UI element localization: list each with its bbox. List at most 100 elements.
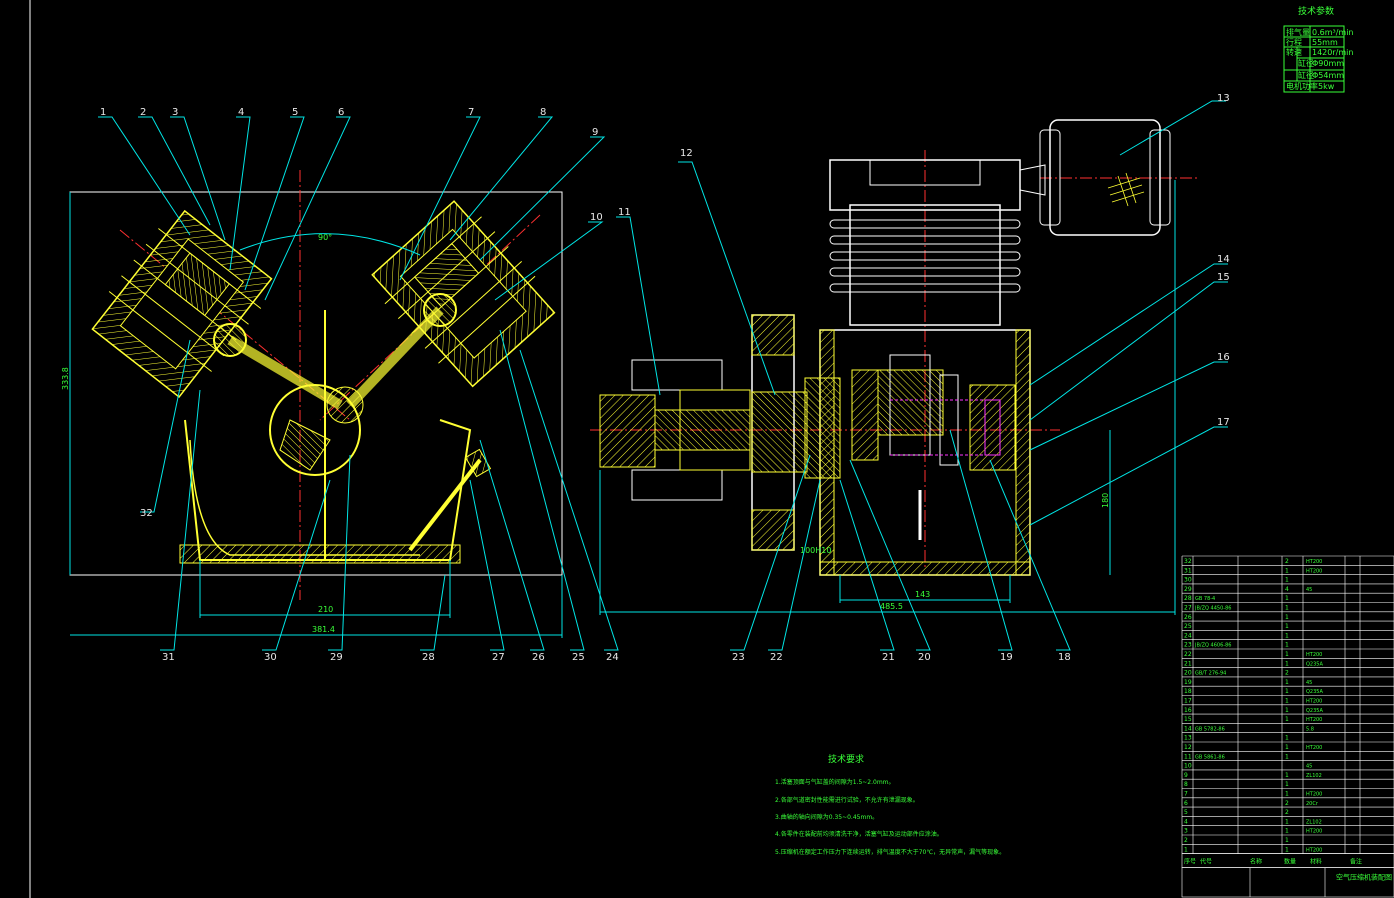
bom-row-mat: 5.8 (1306, 726, 1314, 732)
bom-header-cell: 代号 (1200, 858, 1212, 866)
bom-row-qty: 2 (1285, 800, 1289, 807)
dim-left-height: 333.8 (61, 367, 70, 390)
tp-label-2: 转速 (1286, 47, 1302, 57)
note-3: 3.曲轴的轴向间隙为0.35~0.45mm。 (775, 813, 878, 821)
bom-row-no: 22 (1184, 651, 1192, 658)
note-5: 5.压缩机在额定工作压力下连续运转，排气温度不大于70℃，无异常声，漏气等现象。 (775, 848, 1005, 856)
balloon-6: 6 (338, 107, 344, 118)
bom-row-code: JB/ZQ 4606-86 (1194, 643, 1231, 649)
bom-row-mat: HT200 (1306, 745, 1322, 751)
bom-row-qty: 1 (1285, 642, 1289, 649)
bom-row-no: 16 (1184, 707, 1192, 714)
bom-row-qty: 4 (1285, 586, 1289, 593)
tech-requirements: 技术要求 1.活塞顶面与气缸盖的间隙为1.5~2.0mm。 2.各部气道密封性能… (775, 753, 1005, 856)
balloon-9: 9 (592, 127, 598, 138)
bom-row-no: 21 (1184, 660, 1192, 667)
tech-params-title: 技术参数 (1298, 5, 1334, 17)
balloon-23: 23 (732, 652, 745, 663)
balloon-11: 11 (618, 207, 631, 218)
balloon-25: 25 (572, 652, 585, 663)
bom-row-code: GB 78-4 (1195, 596, 1215, 602)
bom-row-qty: 1 (1285, 791, 1289, 798)
tp-label-1: 行程 (1286, 37, 1302, 47)
dim-left-w1: 210 (318, 605, 333, 614)
bom-row-no: 32 (1184, 558, 1192, 565)
tp-value-4: Φ54mm (1312, 71, 1344, 80)
bom-row-qty: 1 (1285, 679, 1289, 686)
bom-row-mat: HT200 (1306, 559, 1322, 565)
bom-row-no: 23 (1184, 642, 1192, 649)
note-2: 2.各部气道密封性能需进行试验，不允许有泄漏现象。 (775, 796, 919, 804)
bom-row-no: 27 (1184, 605, 1192, 612)
bom-row-mat: ZL102 (1306, 773, 1322, 779)
balloon-29: 29 (330, 652, 343, 663)
bom-header-cell: 名称 (1250, 858, 1262, 866)
balloon-31: 31 (162, 652, 175, 663)
balloon-1: 1 (100, 107, 106, 118)
balloon-10: 10 (590, 212, 603, 223)
engineering-drawing: 技术参数 排气量 0.6m³/min 行程 55mm 转速 1420r/min … (29, 0, 1394, 898)
balloon-5: 5 (292, 107, 298, 118)
bom-row-no: 18 (1184, 688, 1192, 695)
tp-label-0: 排气量 (1286, 27, 1310, 37)
bom-row-no: 3 (1184, 828, 1188, 835)
notes-title: 技术要求 (828, 753, 864, 765)
bom-row-mat: 45 (1306, 587, 1312, 593)
right-section-view: 485.5 143 180 100H10 11 12 13 14 15 16 1… (590, 93, 1230, 663)
bom-row-no: 31 (1184, 567, 1192, 574)
bom-row-no: 24 (1184, 632, 1192, 639)
bom-row-no: 14 (1184, 725, 1192, 732)
balloon-22: 22 (770, 652, 783, 663)
dim-right-w1: 143 (915, 590, 930, 599)
bom-row-no: 29 (1184, 586, 1192, 593)
bom-row-no: 13 (1184, 735, 1192, 742)
bom-row-mat: HT200 (1306, 568, 1322, 574)
bom-row-qty: 1 (1285, 632, 1289, 639)
bom-table: 32 2 HT20031 1 HT20030 129 4 4528 GB 78-4 127 JB/Z… (1181, 555, 1394, 898)
bom-header-cell: 序号 (1184, 858, 1196, 866)
balloon-15: 15 (1217, 272, 1230, 283)
bom-row-qty: 1 (1285, 605, 1289, 612)
bom-row-mat: 20Cr (1306, 801, 1319, 807)
bom-row-qty: 1 (1285, 567, 1289, 574)
bom-row-no: 26 (1184, 614, 1192, 621)
bom-row-no: 9 (1184, 772, 1188, 779)
bom-row-no: 7 (1184, 791, 1188, 798)
balloon-17: 17 (1217, 417, 1230, 428)
bom-row-mat: HT200 (1306, 847, 1322, 853)
bom-row-code: GB 5782-86 (1195, 726, 1225, 732)
tp-value-2: 1420r/min (1312, 48, 1353, 57)
balloon-19: 19 (1000, 652, 1013, 663)
tp-label-5: 电机功率 (1286, 81, 1318, 91)
bom-row-no: 15 (1184, 716, 1192, 723)
bom-row-mat: ZL102 (1306, 819, 1322, 825)
bom-row-qty: 1 (1285, 688, 1289, 695)
left-section-view: 90° 333.8 210 381.4 1 2 3 4 5 6 7 8 9 10… (61, 107, 619, 663)
balloon-7: 7 (468, 107, 474, 118)
bom-row-no: 20 (1184, 670, 1192, 677)
bom-row-mat: HT200 (1306, 717, 1322, 723)
balloon-18: 18 (1058, 652, 1071, 663)
balloon-28: 28 (422, 652, 435, 663)
bom-header-cell: 数量 (1284, 858, 1296, 866)
bom-row-qty: 1 (1285, 753, 1289, 760)
bom-row-qty: 1 (1285, 828, 1289, 835)
balloon-26: 26 (532, 652, 545, 663)
tp-value-5: 5kw (1318, 82, 1335, 91)
bom-row-mat: Q235A (1306, 708, 1323, 714)
bom-row-qty: 1 (1285, 837, 1289, 844)
bom-row-no: 12 (1184, 744, 1192, 751)
bom-row-no: 17 (1184, 698, 1192, 705)
balloon-3: 3 (172, 107, 178, 118)
balloon-20: 20 (918, 652, 931, 663)
bom-row-mat: HT200 (1306, 699, 1322, 705)
dim-left-w2: 381.4 (312, 625, 335, 634)
bom-row-qty: 1 (1285, 818, 1289, 825)
bom-row-qty: 1 (1285, 660, 1289, 667)
bom-row-qty: 1 (1285, 707, 1289, 714)
balloon-14: 14 (1217, 254, 1230, 265)
tech-params-table: 技术参数 排气量 0.6m³/min 行程 55mm 转速 1420r/min … (1283, 5, 1354, 93)
bom-row-code: GB 5861-86 (1195, 754, 1225, 760)
bom-header-cell: 备注 (1350, 858, 1362, 866)
bom-row-qty: 1 (1285, 781, 1289, 788)
